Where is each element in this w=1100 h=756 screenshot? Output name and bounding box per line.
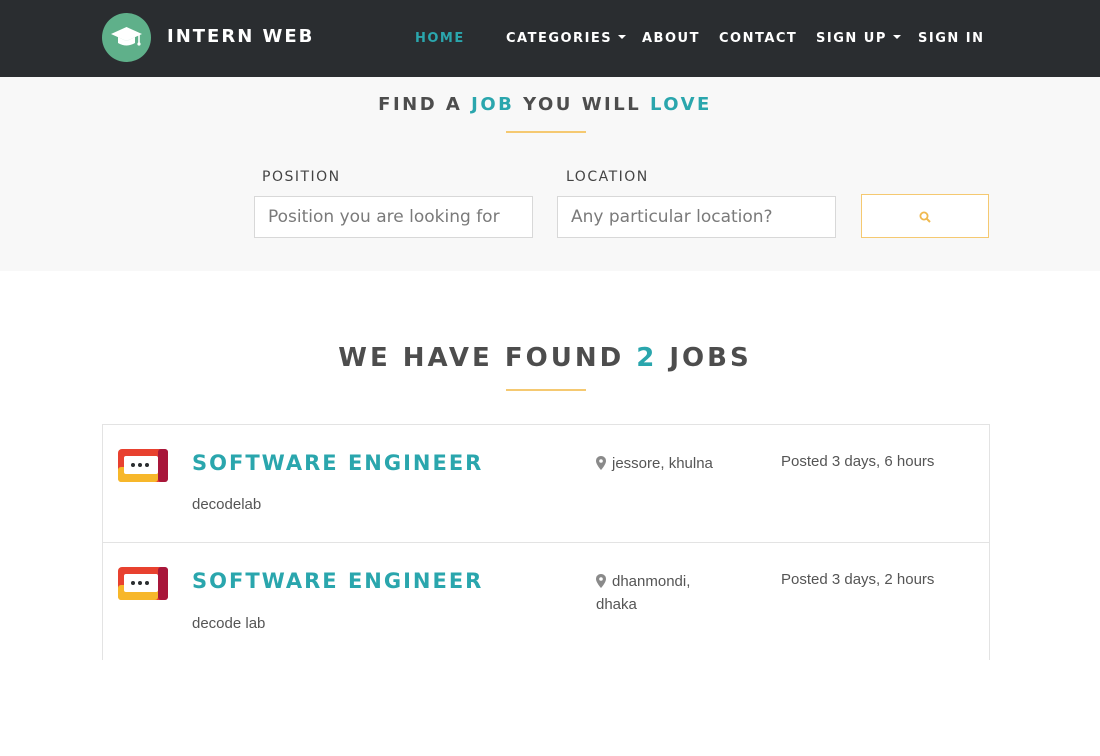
nav-about[interactable]: ABOUT [642, 31, 700, 46]
graduation-cap-icon [111, 27, 142, 46]
job-posted-time: Posted 3 days, 2 hours [781, 571, 935, 588]
nav-sign-up-label: SIGN UP [816, 31, 887, 46]
company-logo-icon [118, 449, 168, 482]
job-location-line: jessore, khulna [612, 455, 713, 472]
nav-sign-up[interactable]: SIGN UP [816, 31, 901, 46]
job-list: SOFTWARE ENGINEER decodelab jessore, khu… [102, 424, 990, 660]
position-label: POSITION [262, 169, 341, 185]
map-marker-icon [596, 574, 606, 588]
job-card[interactable]: SOFTWARE ENGINEER decode lab dhanmondi, … [103, 543, 989, 660]
search-icon [919, 211, 931, 223]
job-title[interactable]: SOFTWARE ENGINEER [192, 451, 483, 475]
nav-sign-in-label: SIGN IN [918, 31, 985, 46]
search-title-middle: YOU WILL [514, 94, 650, 115]
nav-home-label: HOME [415, 31, 465, 46]
results-count: 2 [636, 343, 658, 373]
brand-name[interactable]: INTERN WEB [167, 26, 314, 47]
map-marker-icon [596, 456, 606, 470]
nav-home[interactable]: HOME [415, 31, 465, 46]
search-title-accent-love: LOVE [649, 94, 712, 115]
nav-contact[interactable]: CONTACT [719, 31, 797, 46]
position-input[interactable] [254, 196, 533, 238]
company-logo-icon [118, 567, 168, 600]
search-title-accent-job: JOB [471, 94, 515, 115]
nav-contact-label: CONTACT [719, 31, 798, 46]
nav-categories[interactable]: CATEGORIES [506, 31, 627, 46]
job-title[interactable]: SOFTWARE ENGINEER [192, 569, 483, 593]
search-section: FIND A JOB YOU WILL LOVE POSITION LOCATI… [0, 77, 1100, 271]
job-company: decodelab [192, 496, 262, 513]
search-title: FIND A JOB YOU WILL LOVE [0, 94, 1090, 115]
nav-categories-label: CATEGORIES [506, 31, 613, 46]
job-location-line: dhanmondi, [612, 573, 691, 590]
results-title-prefix: WE HAVE FOUND [338, 343, 637, 373]
search-button[interactable] [861, 194, 989, 238]
results-title: WE HAVE FOUND 2 JOBS [0, 343, 1090, 373]
navbar: INTERN WEB HOME CATEGORIES ABOUT CONTACT… [0, 0, 1100, 77]
caret-down-icon [892, 35, 901, 39]
job-company: decode lab [192, 615, 266, 632]
logo[interactable] [102, 13, 151, 62]
job-posted-time: Posted 3 days, 6 hours [781, 453, 935, 470]
results-title-suffix: JOBS [657, 343, 752, 373]
title-divider [506, 131, 586, 133]
search-title-prefix: FIND A [378, 94, 472, 115]
caret-down-icon [618, 35, 627, 39]
nav-about-label: ABOUT [642, 31, 700, 46]
results-divider [506, 389, 586, 391]
job-card[interactable]: SOFTWARE ENGINEER decodelab jessore, khu… [103, 425, 989, 543]
job-location-line: dhaka [596, 596, 637, 613]
location-input[interactable] [557, 196, 836, 238]
location-label: LOCATION [566, 169, 649, 185]
job-location: jessore, khulna [596, 452, 716, 475]
nav-sign-in[interactable]: SIGN IN [918, 31, 985, 46]
job-location: dhanmondi, dhaka [596, 570, 716, 616]
